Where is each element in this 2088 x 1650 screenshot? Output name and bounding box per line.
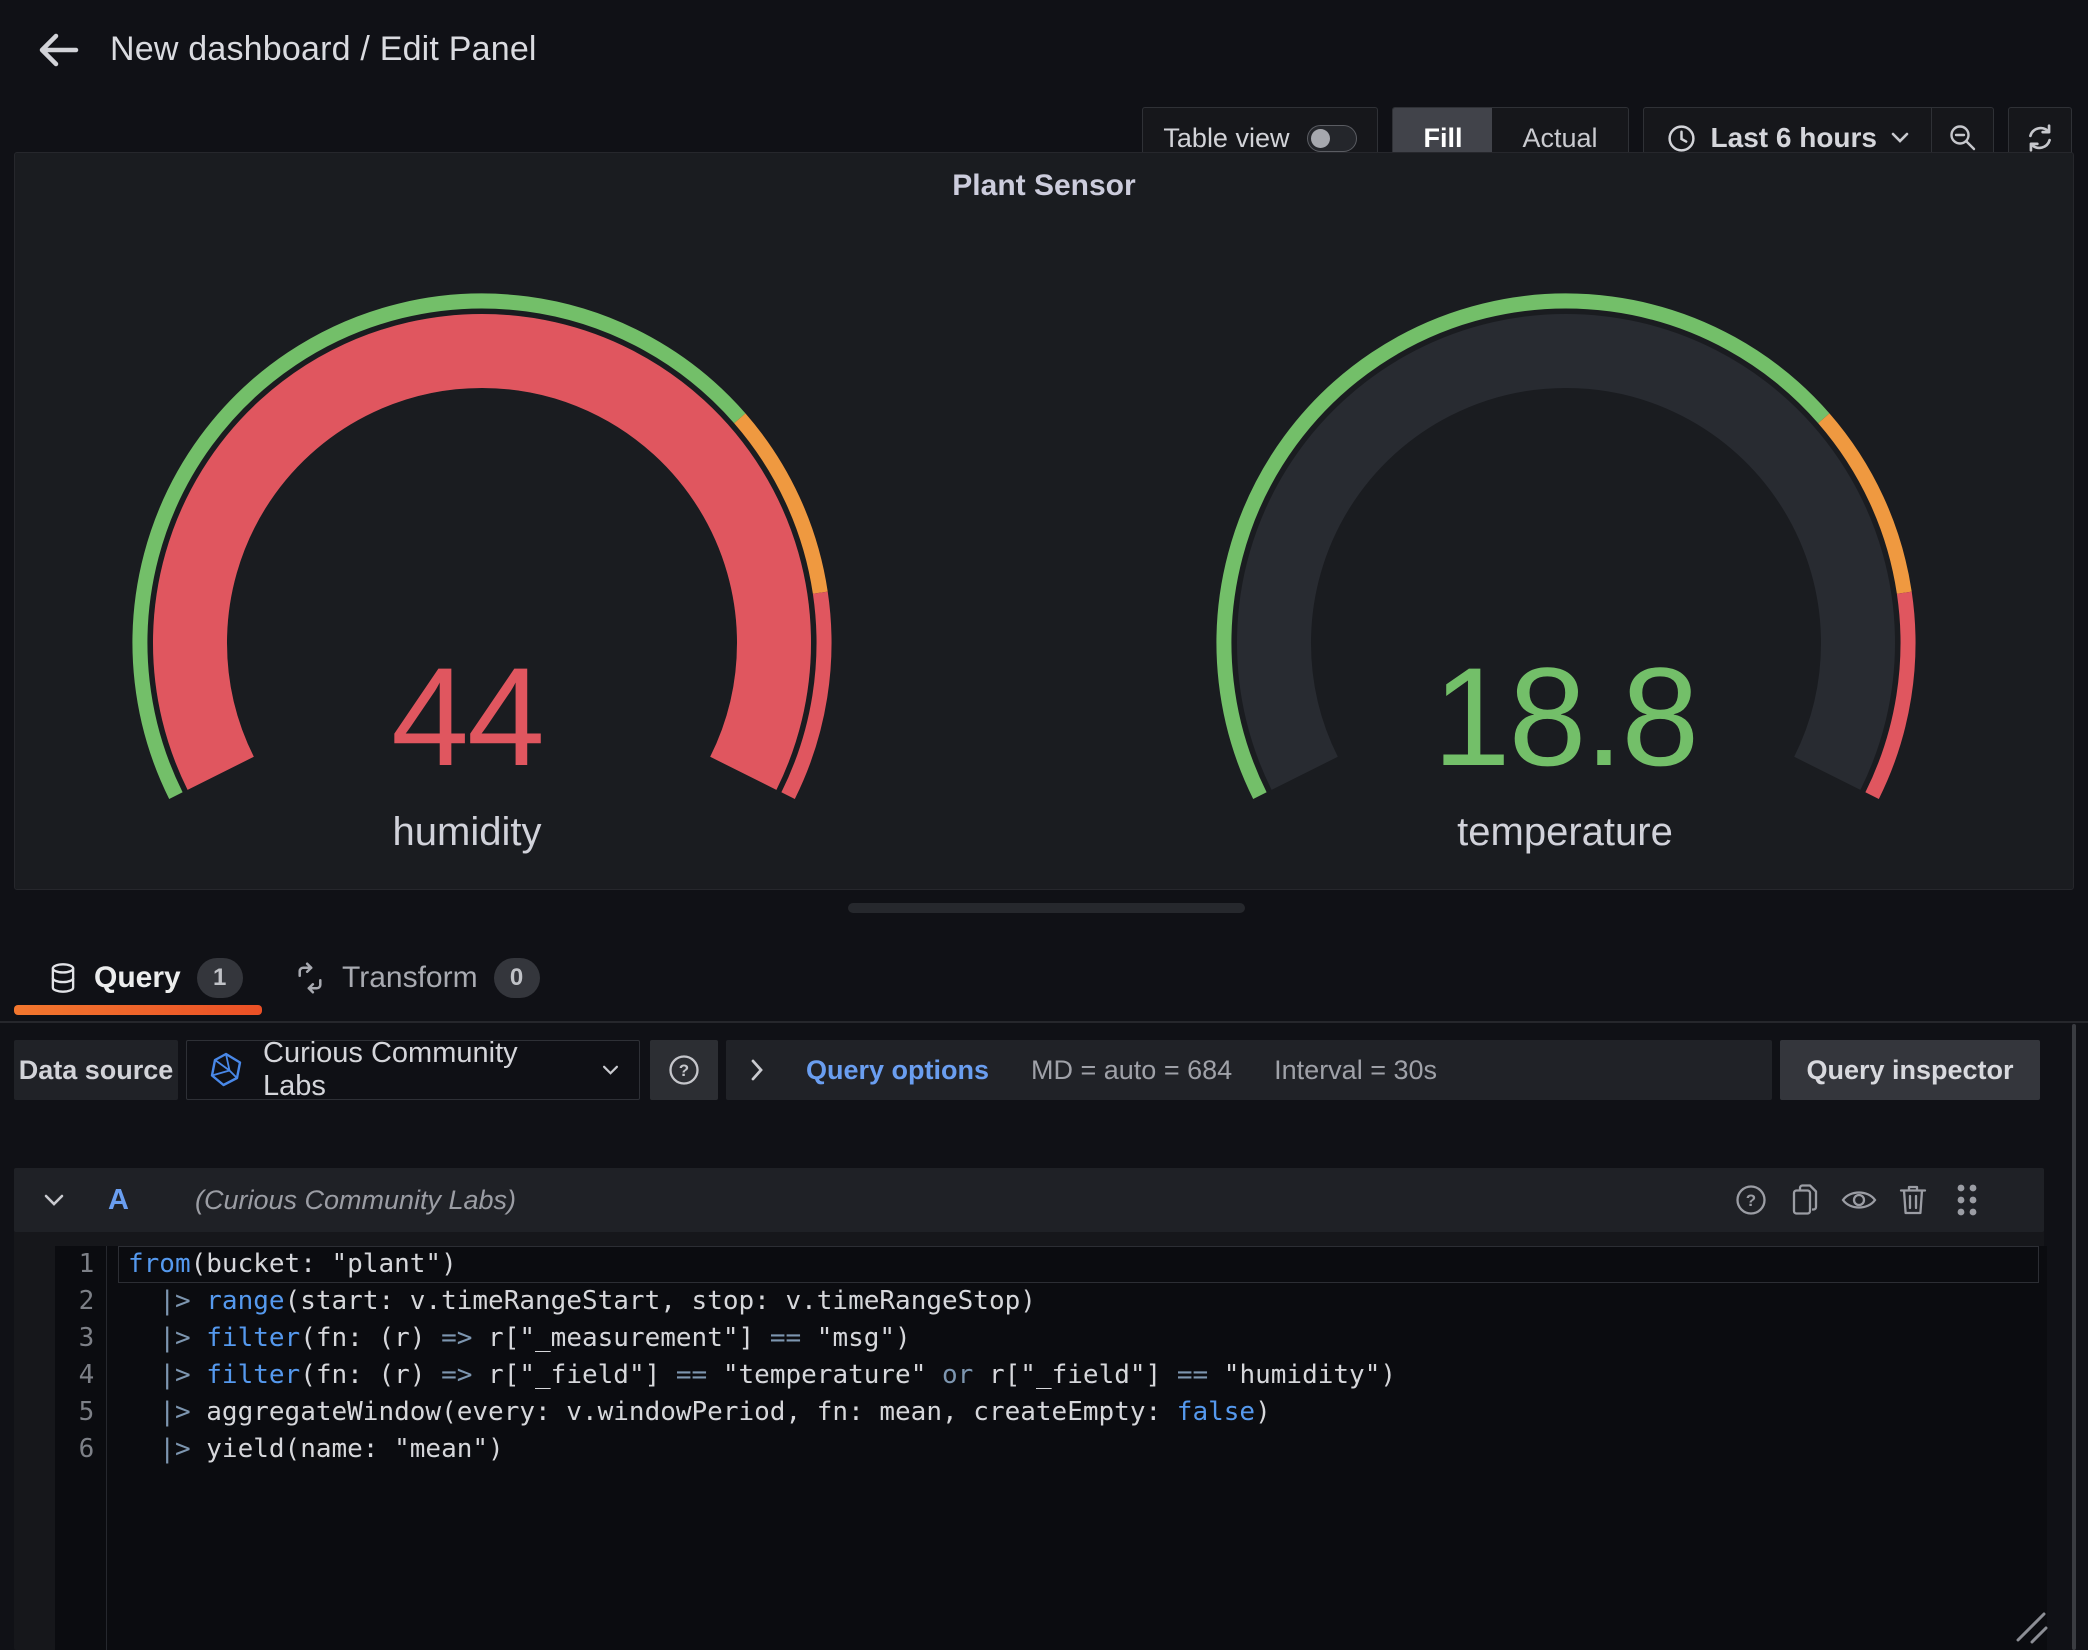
- interval-stat: Interval = 30s: [1274, 1055, 1437, 1086]
- query-inspector-button[interactable]: Query inspector: [1780, 1040, 2040, 1100]
- grafana-edit-panel-screen: New dashboard / Edit Panel Table view Fi…: [0, 0, 2088, 1650]
- page-title: New dashboard / Edit Panel: [110, 30, 537, 69]
- code-text: |> aggregateWindow(every: v.windowPeriod…: [118, 1394, 1271, 1431]
- datasource-label: Data source: [14, 1040, 178, 1100]
- copy-icon: [1788, 1182, 1822, 1218]
- refresh-icon: [2024, 122, 2056, 154]
- datasource-name: Curious Community Labs: [263, 1037, 584, 1103]
- tab-query-count-badge: 1: [197, 958, 243, 998]
- gauge-value-temperature: 18.8: [1255, 642, 1875, 792]
- line-number: 3: [55, 1320, 118, 1357]
- table-view-toggle[interactable]: [1307, 125, 1357, 152]
- panel-resize-handle[interactable]: [848, 903, 1245, 913]
- code-text: |> yield(name: "mean"): [118, 1431, 504, 1468]
- tab-transform-count-badge: 0: [494, 958, 540, 998]
- code-line-2[interactable]: 2 |> range(start: v.timeRangeStart, stop…: [55, 1283, 2047, 1320]
- gauge-value-humidity: 44: [157, 642, 777, 792]
- code-text: |> filter(fn: (r) => r["_field"] == "tem…: [118, 1357, 1396, 1394]
- toggle-knob: [1311, 129, 1330, 148]
- line-number: 1: [55, 1246, 118, 1283]
- chevron-down-icon: [602, 1065, 619, 1076]
- active-tab-underline: [14, 1005, 262, 1015]
- code-line-6[interactable]: 6 |> yield(name: "mean"): [55, 1431, 2047, 1468]
- clock-icon: [1666, 123, 1697, 154]
- gauge-label-temperature: temperature: [1255, 810, 1875, 854]
- time-range-label: Last 6 hours: [1711, 122, 1877, 154]
- line-number: 4: [55, 1357, 118, 1394]
- code-line-3[interactable]: 3 |> filter(fn: (r) => r["_measurement"]…: [55, 1320, 2047, 1357]
- editor-resize-handle[interactable]: [2010, 1606, 2048, 1644]
- tab-query-label: Query: [94, 961, 181, 995]
- help-circle-icon: ?: [1733, 1182, 1769, 1218]
- toggle-visibility-button[interactable]: [1840, 1181, 1878, 1219]
- query-help-button[interactable]: ?: [1732, 1181, 1770, 1219]
- influxdb-icon: [207, 1051, 245, 1089]
- query-options-bar: Query options MD = auto = 684 Interval =…: [726, 1040, 1772, 1100]
- datasource-help-button[interactable]: ?: [650, 1040, 718, 1100]
- tab-transform-label: Transform: [342, 961, 478, 995]
- scrollbar-thumb[interactable]: [2072, 1024, 2076, 1650]
- code-line-5[interactable]: 5 |> aggregateWindow(every: v.windowPeri…: [55, 1394, 2047, 1431]
- duplicate-query-button[interactable]: [1786, 1181, 1824, 1219]
- tab-transform[interactable]: Transform 0: [294, 952, 540, 1004]
- grip-dots-icon: [1954, 1181, 1980, 1219]
- drag-query-handle[interactable]: [1948, 1181, 1986, 1219]
- code-line-1[interactable]: 1from(bucket: "plant"): [55, 1246, 2047, 1283]
- flux-query-editor[interactable]: 1from(bucket: "plant")2 |> range(start: …: [55, 1246, 2047, 1650]
- line-number: 2: [55, 1283, 118, 1320]
- transform-icon: [294, 962, 326, 994]
- editor-gutter-divider: [106, 1246, 107, 1650]
- arrow-left-icon: [34, 26, 82, 74]
- table-view-label: Table view: [1163, 123, 1289, 154]
- query-row-header[interactable]: A (Curious Community Labs) ?: [14, 1168, 2044, 1232]
- database-icon: [48, 962, 78, 994]
- code-text: |> filter(fn: (r) => r["_measurement"] =…: [118, 1320, 911, 1357]
- svg-text:?: ?: [679, 1061, 689, 1080]
- collapse-chevron-icon[interactable]: [44, 1194, 64, 1207]
- max-data-points-stat: MD = auto = 684: [1031, 1055, 1232, 1086]
- eye-icon: [1840, 1186, 1878, 1214]
- zoom-out-icon: [1947, 122, 1979, 154]
- current-line-highlight: [118, 1246, 2039, 1283]
- gauge-label-humidity: humidity: [157, 810, 777, 854]
- delete-query-button[interactable]: [1894, 1181, 1932, 1219]
- query-options-link[interactable]: Query options: [806, 1055, 989, 1086]
- query-ref-id[interactable]: A: [108, 1184, 129, 1217]
- help-circle-icon: ?: [666, 1052, 702, 1088]
- code-line-4[interactable]: 4 |> filter(fn: (r) => r["_field"] == "t…: [55, 1357, 2047, 1394]
- trash-icon: [1897, 1182, 1929, 1218]
- chevron-right-icon[interactable]: [750, 1059, 764, 1081]
- line-number: 6: [55, 1431, 118, 1468]
- line-number: 5: [55, 1394, 118, 1431]
- tab-query[interactable]: Query 1: [48, 952, 243, 1004]
- tabs-divider: [0, 1021, 2088, 1023]
- query-row-actions: ?: [1732, 1168, 1986, 1232]
- query-datasource-subtitle: (Curious Community Labs): [195, 1185, 516, 1216]
- datasource-picker[interactable]: Curious Community Labs: [186, 1040, 640, 1100]
- code-text: |> range(start: v.timeRangeStart, stop: …: [118, 1283, 1036, 1320]
- chevron-down-icon: [1891, 132, 1909, 144]
- back-button[interactable]: [34, 26, 82, 74]
- svg-text:?: ?: [1746, 1191, 1756, 1210]
